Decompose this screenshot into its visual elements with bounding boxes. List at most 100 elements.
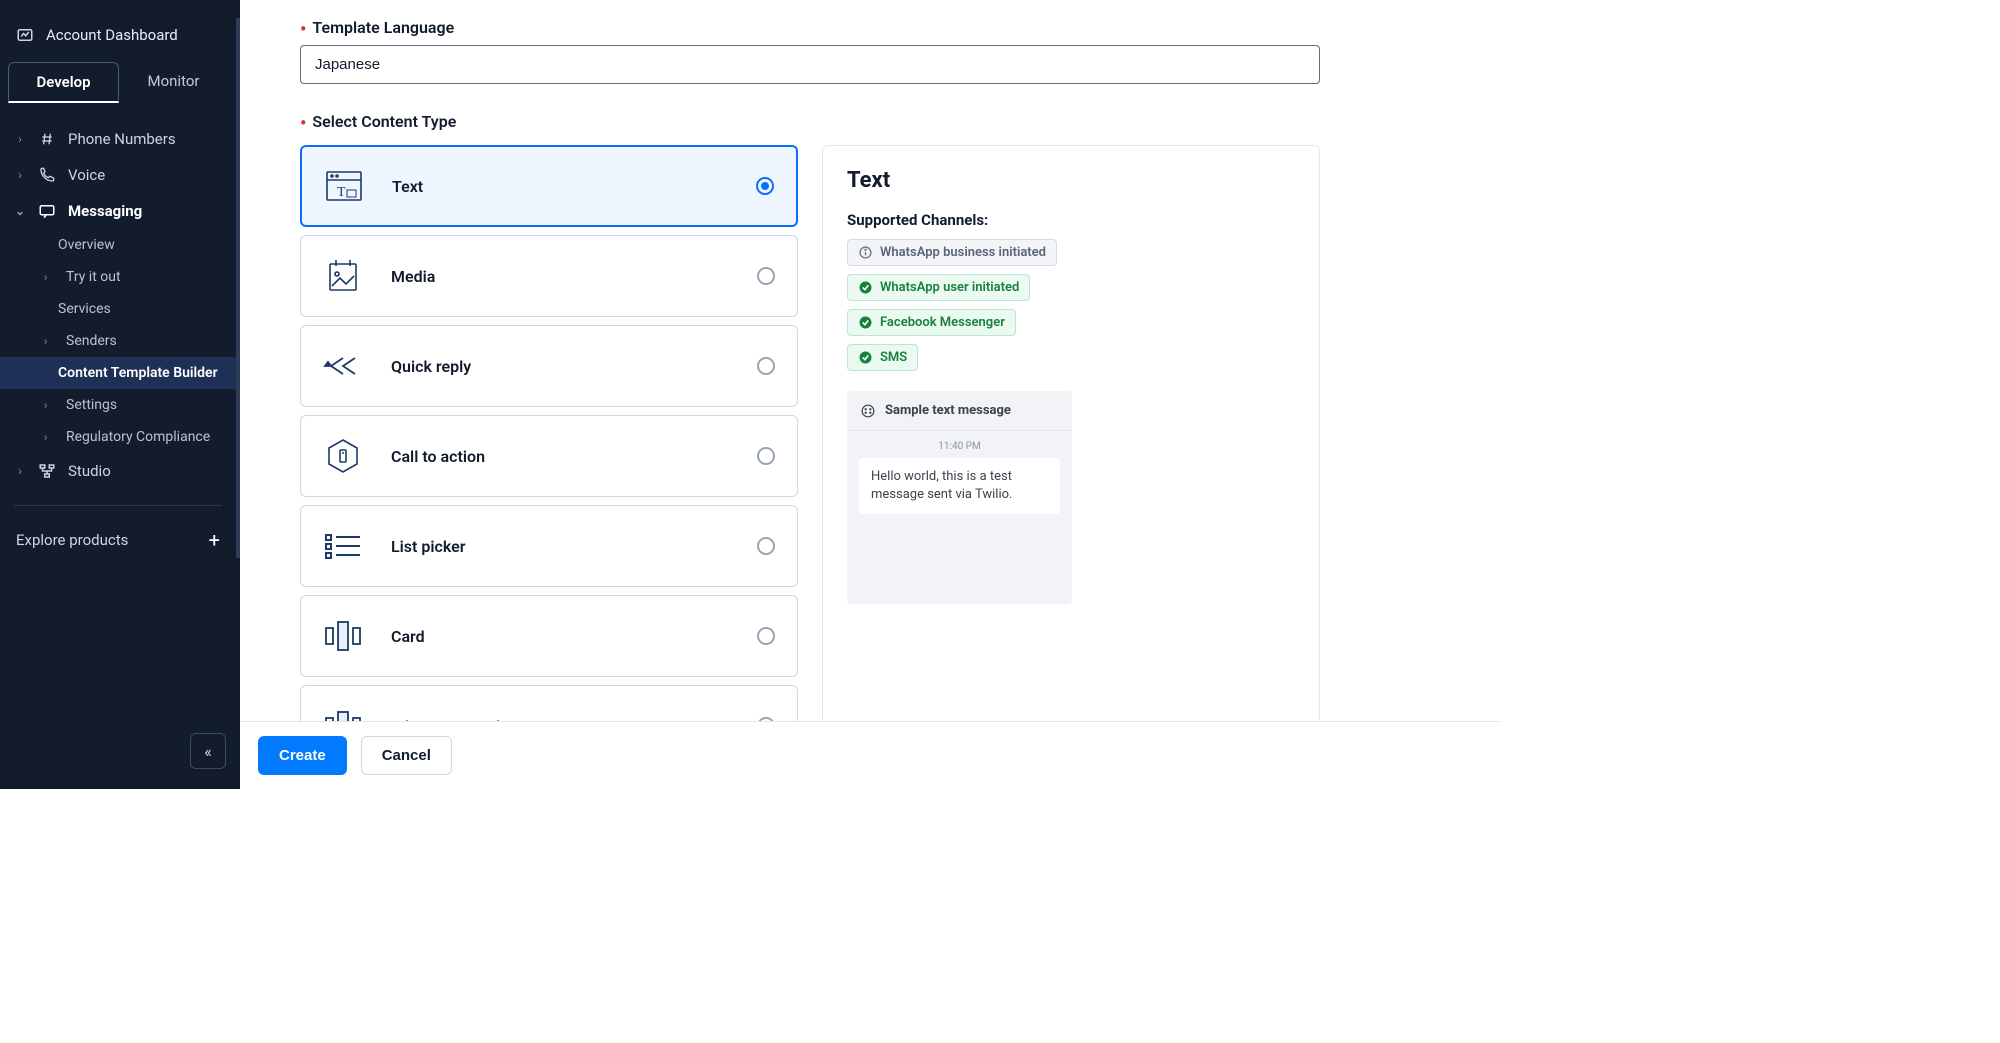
collapse-sidebar-button[interactable]: « bbox=[190, 733, 226, 769]
chevrons-left-icon: « bbox=[204, 742, 212, 761]
footer-actions: Create Cancel bbox=[240, 721, 1500, 789]
cta-type-icon bbox=[323, 436, 363, 476]
message-icon bbox=[38, 202, 56, 220]
content-type-label: WhatsApp card bbox=[391, 717, 729, 722]
radio-unselected-icon bbox=[757, 267, 775, 285]
sidebar-item-services[interactable]: Services bbox=[0, 293, 236, 325]
content-type-label: • Select Content Type bbox=[300, 112, 1458, 131]
sidebar-item-overview[interactable]: Overview bbox=[0, 229, 236, 261]
channel-whatsapp-business: WhatsApp business initiated bbox=[847, 239, 1057, 266]
sidebar-item-label: Senders bbox=[66, 333, 117, 349]
sample-timestamp: 11:40 PM bbox=[859, 441, 1060, 452]
nav-messaging-label: Messaging bbox=[68, 202, 142, 220]
hash-icon bbox=[38, 131, 56, 147]
channel-sms: SMS bbox=[847, 344, 918, 371]
main: • Template Language • Select Content Typ… bbox=[240, 0, 1500, 789]
radio-unselected-icon bbox=[757, 717, 775, 721]
nav-phone-numbers[interactable]: › Phone Numbers bbox=[0, 121, 236, 157]
radio-unselected-icon bbox=[757, 357, 775, 375]
content-type-list: T Text Media Quick reply bbox=[300, 145, 798, 721]
check-circle-icon bbox=[858, 316, 872, 330]
nav-messaging[interactable]: ⌄ Messaging bbox=[0, 193, 236, 229]
content-type-label: List picker bbox=[391, 537, 729, 556]
tab-monitor[interactable]: Monitor bbox=[119, 62, 228, 103]
tab-develop[interactable]: Develop bbox=[8, 62, 119, 103]
supported-channels-label: Supported Channels: bbox=[847, 211, 1295, 229]
check-circle-icon bbox=[858, 351, 872, 365]
check-circle-icon bbox=[858, 281, 872, 295]
nav-voice[interactable]: › Voice bbox=[0, 157, 236, 193]
channel-whatsapp-user: WhatsApp user initiated bbox=[847, 274, 1030, 301]
content-type-label: Call to action bbox=[391, 447, 729, 466]
sidebar-item-content-template-builder[interactable]: Content Template Builder bbox=[0, 357, 236, 389]
text-type-icon: T bbox=[324, 166, 364, 206]
content-type-label: Text bbox=[392, 177, 728, 196]
template-language-input[interactable] bbox=[300, 45, 1320, 84]
sidebar-item-label: Settings bbox=[66, 397, 117, 413]
create-button[interactable]: Create bbox=[258, 736, 347, 775]
chevron-down-icon: ⌄ bbox=[14, 204, 26, 218]
grid-icon bbox=[861, 404, 875, 418]
account-dashboard-link[interactable]: Account Dashboard bbox=[0, 18, 236, 62]
sidebar-item-label: Try it out bbox=[66, 269, 121, 285]
whatsapp-card-type-icon bbox=[323, 706, 363, 721]
radio-unselected-icon bbox=[757, 627, 775, 645]
phone-icon bbox=[38, 167, 56, 183]
svg-text:T: T bbox=[337, 185, 346, 200]
content-area: • Template Language • Select Content Typ… bbox=[240, 0, 1500, 721]
nav-studio-label: Studio bbox=[68, 462, 111, 480]
sample-header: Sample text message bbox=[847, 391, 1072, 431]
content-type-list-picker[interactable]: List picker bbox=[300, 505, 798, 587]
sidebar: Account Dashboard Develop Monitor › Phon… bbox=[0, 0, 240, 789]
sample-message-preview: Sample text message 11:40 PM Hello world… bbox=[847, 391, 1072, 604]
chevron-right-icon: › bbox=[44, 271, 56, 284]
preview-title: Text bbox=[847, 168, 1295, 193]
sample-header-text: Sample text message bbox=[885, 403, 1011, 418]
chevron-right-icon: › bbox=[14, 464, 26, 478]
list-picker-type-icon bbox=[323, 526, 363, 566]
sample-message-bubble: Hello world, this is a test message sent… bbox=[859, 458, 1060, 514]
content-type-label: Quick reply bbox=[391, 357, 729, 376]
chevron-right-icon: › bbox=[44, 335, 56, 348]
content-type-label: Media bbox=[391, 267, 729, 286]
chevron-right-icon: › bbox=[14, 132, 26, 146]
content-type-media[interactable]: Media bbox=[300, 235, 798, 317]
card-type-icon bbox=[323, 616, 363, 656]
flow-icon bbox=[38, 462, 56, 480]
content-type-preview: Text Supported Channels: WhatsApp busine… bbox=[822, 145, 1320, 721]
account-dashboard-label: Account Dashboard bbox=[46, 26, 178, 44]
chevron-right-icon: › bbox=[44, 399, 56, 412]
supported-channels-list: WhatsApp business initiated WhatsApp use… bbox=[847, 239, 1295, 371]
sidebar-item-try-it-out[interactable]: › Try it out bbox=[0, 261, 236, 293]
content-type-card[interactable]: Card bbox=[300, 595, 798, 677]
sidebar-item-regulatory-compliance[interactable]: › Regulatory Compliance bbox=[0, 421, 236, 453]
sidebar-tabs: Develop Monitor bbox=[8, 62, 228, 103]
sidebar-item-settings[interactable]: › Settings bbox=[0, 389, 236, 421]
explore-products-label: Explore products bbox=[16, 531, 128, 549]
radio-selected-icon bbox=[756, 177, 774, 195]
dashboard-icon bbox=[16, 26, 34, 44]
cancel-button[interactable]: Cancel bbox=[361, 736, 452, 775]
sidebar-item-senders[interactable]: › Senders bbox=[0, 325, 236, 357]
nav-voice-label: Voice bbox=[68, 166, 105, 184]
quick-reply-type-icon bbox=[323, 346, 363, 386]
content-type-label: Card bbox=[391, 627, 729, 646]
channel-facebook-messenger: Facebook Messenger bbox=[847, 309, 1016, 336]
radio-unselected-icon bbox=[757, 447, 775, 465]
radio-unselected-icon bbox=[757, 537, 775, 555]
info-icon bbox=[858, 246, 872, 260]
content-type-call-to-action[interactable]: Call to action bbox=[300, 415, 798, 497]
content-type-quick-reply[interactable]: Quick reply bbox=[300, 325, 798, 407]
chevron-right-icon: › bbox=[44, 431, 56, 444]
content-type-text[interactable]: T Text bbox=[300, 145, 798, 227]
chevron-right-icon: › bbox=[14, 168, 26, 182]
nav-phone-numbers-label: Phone Numbers bbox=[68, 130, 176, 148]
template-language-label: • Template Language bbox=[300, 18, 1458, 37]
nav-studio[interactable]: › Studio bbox=[0, 453, 236, 489]
divider bbox=[14, 505, 222, 506]
explore-products[interactable]: Explore products + bbox=[0, 522, 236, 558]
plus-icon: + bbox=[209, 528, 220, 552]
sidebar-item-label: Regulatory Compliance bbox=[66, 429, 210, 445]
content-type-whatsapp-card[interactable]: WhatsApp card bbox=[300, 685, 798, 721]
media-type-icon bbox=[323, 256, 363, 296]
